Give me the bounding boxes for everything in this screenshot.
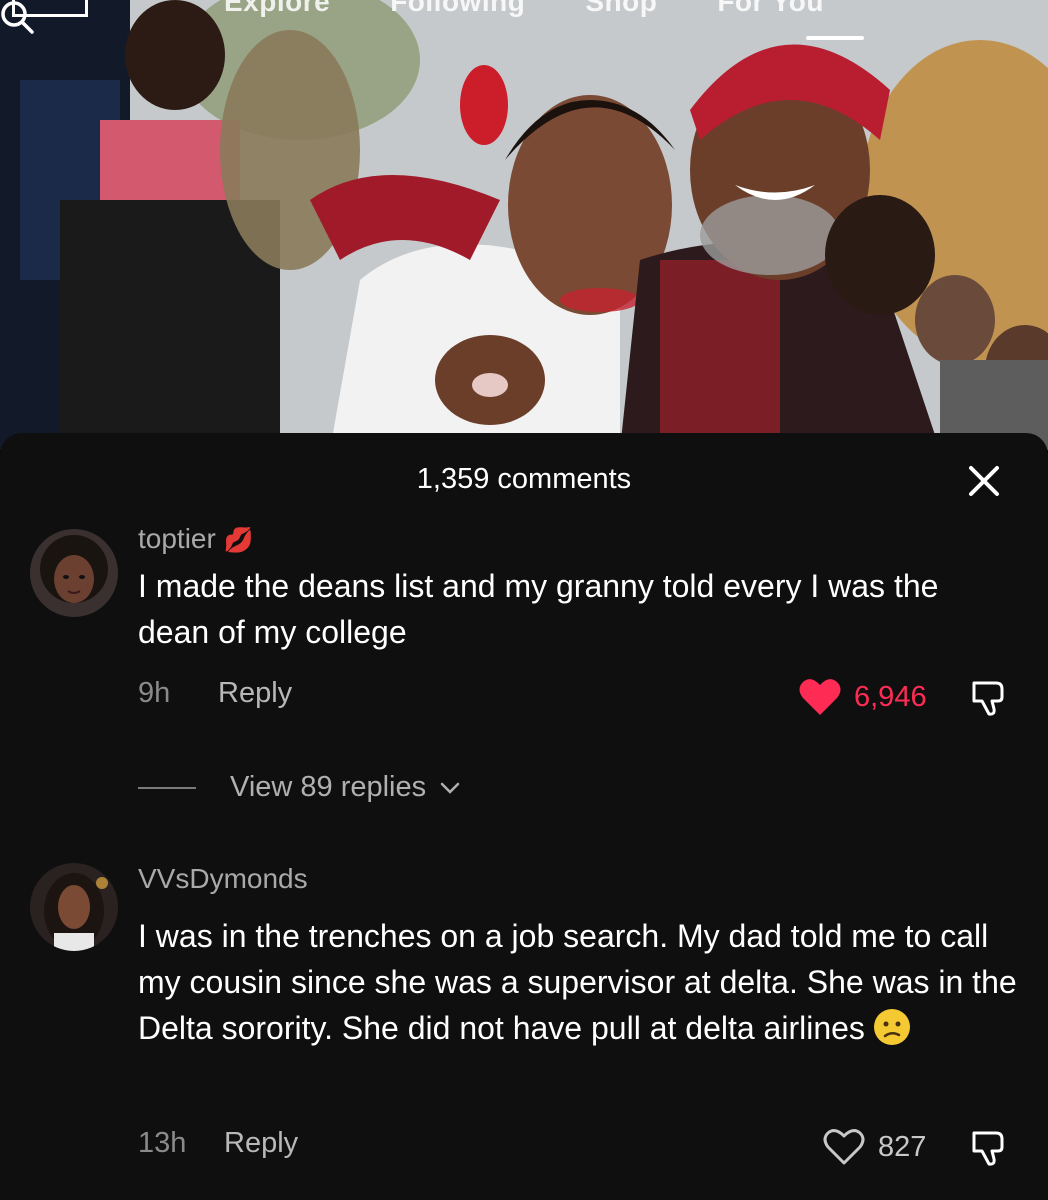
top-tab-bar: Explore Following Shop For You (0, 0, 1048, 26)
search-icon[interactable] (0, 0, 34, 34)
heart-outline-icon (823, 1129, 865, 1165)
comment-time: 13h (138, 1127, 187, 1159)
comments-count-title: 1,359 comments (416, 463, 632, 495)
comments-sheet: 1,359 comments toptier 💋 I made the deans… (0, 433, 1048, 1200)
confused-face-icon (873, 1009, 910, 1045)
dislike-icon[interactable] (968, 1127, 1008, 1167)
avatar[interactable] (30, 529, 118, 617)
dislike-icon[interactable] (968, 677, 1008, 717)
comment-meta: 9h Reply 6,946 (138, 677, 1018, 717)
video-player[interactable]: Explore Following Shop For You (0, 0, 1048, 450)
tab-following[interactable]: Following (390, 0, 525, 26)
like-count: 6,946 (854, 680, 927, 713)
tab-explore[interactable]: Explore (224, 0, 330, 26)
heart-filled-icon (799, 679, 841, 715)
video-frame (0, 0, 1048, 450)
comment-time: 9h (138, 677, 171, 709)
active-tab-indicator (806, 36, 864, 40)
like-button[interactable]: 827 (822, 1127, 926, 1167)
comment-text: I made the deans list and my granny told… (138, 568, 939, 650)
chevron-down-icon (440, 782, 460, 794)
tab-for-you[interactable]: For You (717, 0, 824, 26)
reply-button[interactable]: Reply (224, 1127, 298, 1160)
reply-button[interactable]: Reply (218, 677, 292, 710)
kiss-mark-icon: 💋 (223, 527, 254, 554)
like-button[interactable]: 6,946 (798, 677, 927, 717)
comment-text: I was in the trenches on a job search. M… (138, 918, 1017, 1046)
comment-username[interactable]: toptier 💋 (138, 523, 254, 555)
replies-divider (138, 786, 196, 789)
tab-shop[interactable]: Shop (585, 0, 657, 26)
like-count: 827 (878, 1130, 927, 1163)
close-icon[interactable] (964, 461, 1004, 501)
view-replies-button[interactable]: View 89 replies (138, 771, 460, 804)
comment-username[interactable]: VVsDymonds (138, 863, 308, 895)
avatar[interactable] (30, 863, 118, 951)
comment-meta: 13h Reply 827 (138, 1127, 1018, 1167)
